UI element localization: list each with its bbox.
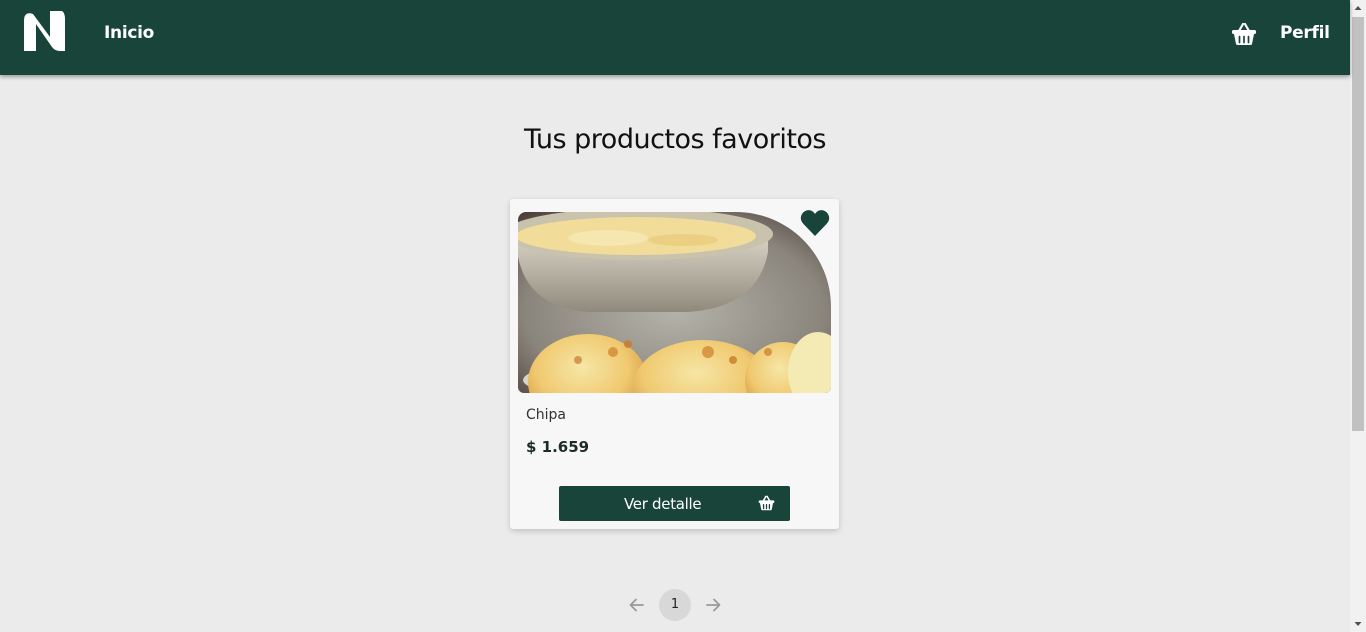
vertical-scrollbar[interactable] xyxy=(1350,0,1366,632)
product-card: Chipa $ 1.659 Ver detalle xyxy=(510,199,839,529)
shopping-basket-icon[interactable] xyxy=(1231,22,1257,46)
page-title: Tus productos favoritos xyxy=(524,124,827,155)
product-image xyxy=(518,212,831,393)
brand-logo-icon[interactable] xyxy=(24,11,65,51)
ver-detalle-button[interactable]: Ver detalle xyxy=(559,486,790,521)
scrollbar-thumb[interactable] xyxy=(1352,17,1364,431)
page: Inicio Perfil Tus productos favoritos Ch… xyxy=(0,0,1366,632)
scroll-up-arrow-icon[interactable] xyxy=(1350,0,1366,16)
top-navbar: Inicio Perfil xyxy=(0,0,1350,75)
arrow-right-icon[interactable] xyxy=(703,595,723,615)
arrow-left-icon[interactable] xyxy=(627,595,647,615)
nav-link-inicio[interactable]: Inicio xyxy=(104,23,154,43)
product-price: $ 1.659 xyxy=(526,438,590,456)
pagination-page-button[interactable]: 1 xyxy=(659,589,691,621)
ver-detalle-label: Ver detalle xyxy=(624,495,702,513)
product-name: Chipa xyxy=(526,407,567,423)
nav-link-perfil[interactable]: Perfil xyxy=(1280,23,1330,43)
scroll-down-arrow-icon[interactable] xyxy=(1350,616,1366,632)
shopping-basket-icon xyxy=(758,495,775,511)
favorite-heart-icon[interactable] xyxy=(800,209,830,237)
